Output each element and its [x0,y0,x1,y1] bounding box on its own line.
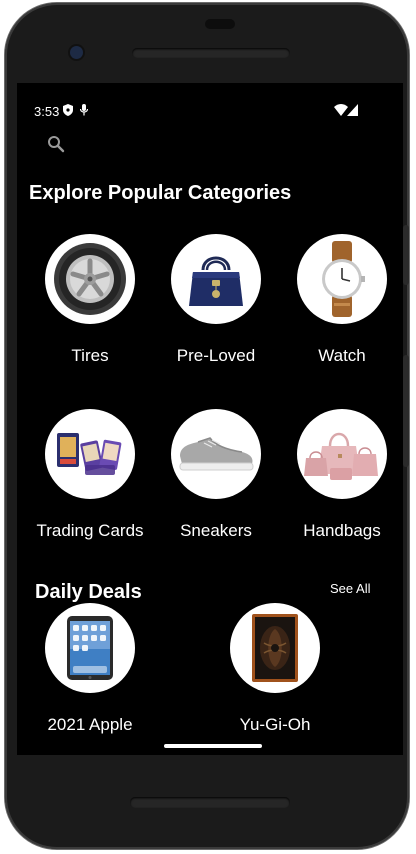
watch-image[interactable] [297,234,387,324]
category-sneakers[interactable]: Sneakers [153,409,279,541]
categories-title: Explore Popular Categories [29,182,292,204]
category-label: Tires [71,346,109,365]
deal-item-yu-gi-oh[interactable]: Yu-Gi-Oh [212,603,338,735]
home-indicator[interactable] [164,744,262,748]
phone-frame: 3:53 Explore Popular Categories Tires Pr… [5,3,409,849]
status-time: 3:53 [34,104,60,119]
category-label: Sneakers [180,521,252,540]
sneaker-image[interactable] [171,409,261,499]
category-pre-loved[interactable]: Pre-Loved [153,234,279,366]
category-trading-cards[interactable]: Trading Cards [27,409,153,541]
daily-deals-title: Daily Deals [35,581,142,603]
tablet-image[interactable] [45,603,135,693]
purse-image[interactable] [171,234,261,324]
tire-image[interactable] [45,234,135,324]
category-label: Watch [318,346,366,365]
mic-icon [79,104,89,120]
handbags-image[interactable] [297,409,387,499]
shield-icon [63,104,73,120]
trading-cards-image[interactable] [45,409,135,499]
category-label: Pre-Loved [176,346,256,365]
deal-item-apple[interactable]: 2021 Apple [27,603,153,735]
category-label: Trading Cards [36,521,144,540]
category-handbags[interactable]: Handbags [279,409,405,541]
earpiece [205,19,235,29]
deal-label: Yu-Gi-Oh [239,715,311,734]
see-all-link[interactable]: See All [330,581,370,596]
front-camera [70,46,83,59]
app-screen: 3:53 Explore Popular Categories Tires Pr… [17,83,403,755]
category-watch[interactable]: Watch [279,234,405,366]
wifi-icon [334,104,348,120]
deal-label: 2021 Apple [47,715,133,734]
bottom-speaker [130,797,290,808]
category-label: Handbags [303,521,381,540]
signal-icon [347,104,358,120]
category-tires[interactable]: Tires [27,234,153,366]
top-speaker [132,48,290,58]
search-icon[interactable] [47,135,65,153]
card-image[interactable] [230,603,320,693]
